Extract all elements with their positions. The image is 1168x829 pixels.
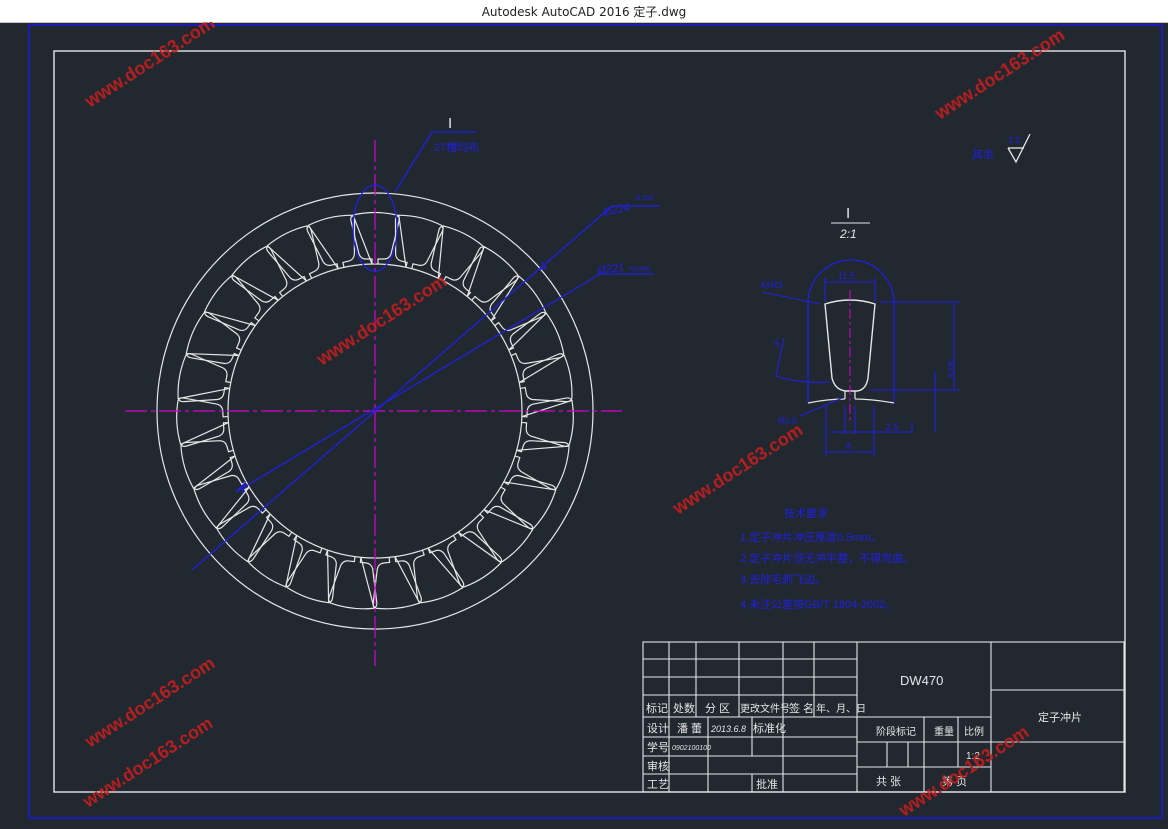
tb-designer: 潘 蕾	[677, 722, 702, 735]
detail-scale: 2:1	[839, 227, 857, 241]
stator-slot	[462, 246, 519, 303]
tb-part-name: 定子冲片	[1038, 710, 1082, 724]
tb-student-no: 0902100100	[672, 745, 711, 752]
tb-header-6: 年、月、日	[816, 702, 866, 715]
dim-radius: 4XR3	[760, 280, 783, 290]
note-1: 1.定子冲片冲压厚度0.5mm。	[740, 530, 882, 544]
watermark-2: www.doc163.com	[930, 25, 1068, 124]
dim-8: 8	[846, 441, 851, 451]
dia-outer-label: Ø224	[601, 202, 631, 220]
dia-inner-arrow	[235, 480, 247, 495]
tb-stage-label: 阶段标记	[876, 725, 916, 738]
stator-slot	[177, 353, 231, 403]
roughness-value: 3.2	[1008, 135, 1021, 145]
note-4: 4.未注公差按GB/T 1804-2002。	[740, 597, 896, 611]
stator-slot	[216, 505, 274, 563]
note-2: 2.定子冲片须无冲平整，不得弯曲。	[740, 551, 914, 565]
drawing-svg[interactable]: I 27槽均布 Ø224 -0.032 Ø221 +0.046 其余 3.2 I…	[0, 13, 1168, 825]
tb-header-4: 更改文件号	[740, 702, 790, 715]
notes-title: 技术要求	[784, 507, 828, 520]
dim-2-5: 2.5	[886, 422, 899, 432]
detail-mark: I	[846, 205, 850, 222]
stator-slot	[518, 353, 573, 403]
stator-slot	[489, 275, 546, 332]
stator-slot	[204, 275, 261, 332]
tb-header-3: 分 区	[705, 702, 730, 715]
drawing-frame	[53, 50, 1126, 793]
tb-header-1: 标记	[646, 701, 668, 715]
watermark-3: www.doc163.com	[312, 271, 450, 370]
drawing-canvas[interactable]: I 27槽均布 Ø224 -0.032 Ø221 +0.046 其余 3.2 I…	[0, 13, 1168, 825]
stator-slot	[521, 397, 574, 447]
slot-callout: 27槽均布	[434, 141, 479, 154]
outer-border	[28, 24, 1163, 819]
tb-student-label: 学号	[647, 740, 669, 754]
watermark-1: www.doc163.com	[80, 22, 218, 112]
tb-standard-label: 标准化	[753, 721, 786, 735]
dia-inner-label: Ø221	[596, 261, 625, 277]
stator-slot	[176, 397, 229, 447]
tb-design-date: 2013.6.8	[710, 724, 746, 734]
note-3: 3.去除毛刺飞边。	[740, 572, 826, 586]
window-title: Autodesk AutoCAD 2016 定子.dwg	[481, 5, 687, 19]
tb-scale-label: 比例	[964, 725, 984, 738]
tb-material: DW470	[900, 673, 943, 688]
stator-slot	[231, 246, 288, 303]
stator-slot	[476, 505, 534, 563]
tb-review-label: 审核	[647, 759, 669, 773]
watermark-4: www.doc163.com	[668, 420, 806, 519]
stator-view	[125, 140, 622, 666]
window-titlebar: Autodesk AutoCAD 2016 定子.dwg	[0, 0, 1168, 23]
tb-process-label: 工艺	[647, 778, 669, 791]
tb-header-5: 签 名	[789, 701, 814, 715]
tb-approve-label: 批准	[756, 777, 778, 791]
tb-total-label: 共 张	[876, 775, 901, 788]
dim-top: 11.5	[838, 271, 855, 281]
dia-outer-tol: -0.032	[634, 195, 654, 202]
main-dimensions	[191, 131, 660, 571]
callout-leader	[394, 131, 433, 193]
detail-slot	[807, 259, 895, 422]
detail-slot-opening	[807, 391, 895, 404]
dim-height: 30.5	[946, 360, 956, 378]
tb-header-2: 处数	[673, 702, 695, 715]
tb-weight-label: 重量	[934, 725, 954, 738]
dia-inner-tol: +0.046	[628, 266, 650, 273]
roughness-label: 其余	[972, 147, 994, 161]
section-mark: I	[448, 115, 452, 132]
tb-design-label: 设计	[647, 722, 669, 735]
